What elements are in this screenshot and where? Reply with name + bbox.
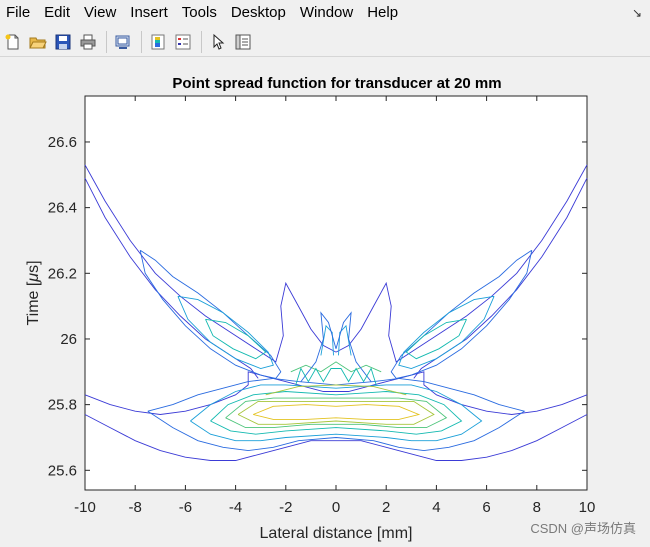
property-inspector-icon[interactable] xyxy=(232,31,254,53)
menu-window[interactable]: Window xyxy=(293,0,360,26)
chart-title: Point spread function for transducer at … xyxy=(172,75,501,92)
y-tick-label: 26 xyxy=(60,331,77,348)
y-axis-label-mu: μ xyxy=(25,273,42,283)
watermark: CSDN @声场仿真 xyxy=(530,521,636,536)
legend-icon[interactable] xyxy=(172,31,194,53)
dock-arrow-icon[interactable]: ↘ xyxy=(632,6,642,20)
y-tick-label: 26.2 xyxy=(48,265,77,282)
menu-view[interactable]: View xyxy=(77,0,123,26)
menu-help[interactable]: Help xyxy=(360,0,405,26)
toolbar-separator xyxy=(141,30,142,53)
contour-plot: Point spread function for transducer at … xyxy=(25,75,596,542)
figure-canvas: Point spread function for transducer at … xyxy=(0,58,650,547)
x-tick-label: -10 xyxy=(74,499,96,516)
x-tick-label: 8 xyxy=(533,499,541,516)
y-tick-label: 26.6 xyxy=(48,134,77,151)
toolbar xyxy=(0,27,650,57)
toolbar-separator xyxy=(106,30,107,53)
menu-file[interactable]: File xyxy=(0,0,37,26)
menu-edit[interactable]: Edit xyxy=(37,0,77,26)
save-icon[interactable] xyxy=(52,31,74,53)
x-tick-label: -4 xyxy=(229,499,242,516)
x-tick-label: 0 xyxy=(332,499,340,516)
x-tick-label: 4 xyxy=(432,499,440,516)
x-tick-label: 10 xyxy=(579,499,596,516)
menu-desktop[interactable]: Desktop xyxy=(224,0,293,26)
y-axis-label: Time [μs] xyxy=(25,260,42,325)
x-axis-label: Lateral distance [mm] xyxy=(260,525,413,542)
x-tick-label: 2 xyxy=(382,499,390,516)
edit-plot-arrow-icon[interactable] xyxy=(207,31,229,53)
x-tick-label: -6 xyxy=(179,499,192,516)
colorbar-icon[interactable] xyxy=(147,31,169,53)
open-file-icon[interactable] xyxy=(27,31,49,53)
y-axis-label-suffix: s] xyxy=(25,260,42,272)
x-tick-label: -2 xyxy=(279,499,292,516)
new-figure-icon[interactable] xyxy=(2,31,24,53)
y-tick-label: 25.6 xyxy=(48,462,77,479)
y-tick-label: 26.4 xyxy=(48,200,77,217)
menu-bar: File Edit View Insert Tools Desktop Wind… xyxy=(0,0,650,26)
y-tick-label: 25.8 xyxy=(48,397,77,414)
toolbar-separator xyxy=(201,30,202,53)
y-axis-label-prefix: Time [ xyxy=(25,281,42,325)
x-tick-label: 6 xyxy=(482,499,490,516)
link-plot-icon[interactable] xyxy=(112,31,134,53)
print-icon[interactable] xyxy=(77,31,99,53)
menu-insert[interactable]: Insert xyxy=(123,0,175,26)
x-tick-label: -8 xyxy=(129,499,142,516)
plot-area xyxy=(84,95,588,491)
menu-tools[interactable]: Tools xyxy=(175,0,224,26)
